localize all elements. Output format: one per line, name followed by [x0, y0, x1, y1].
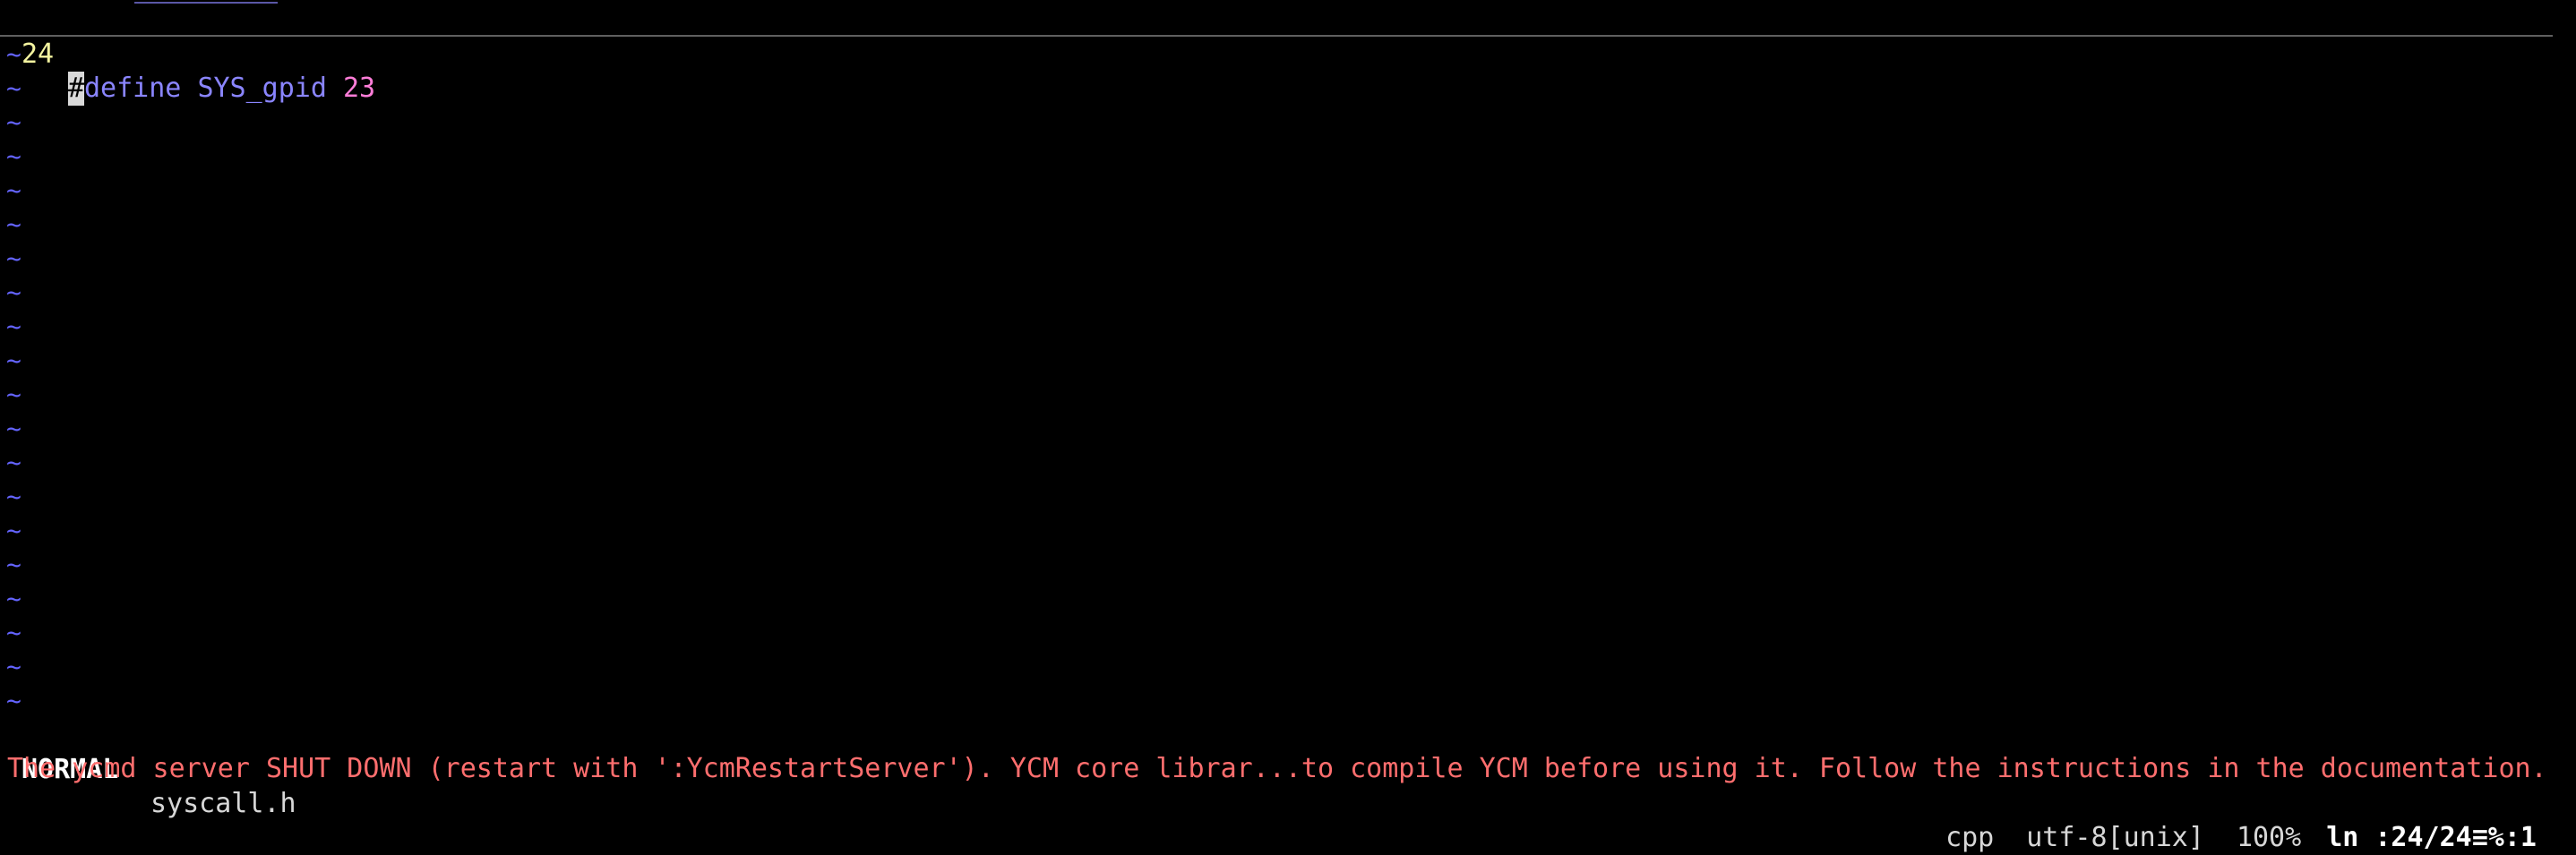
- scroll-percent: 100%: [2236, 822, 2302, 853]
- preprocessor-keyword: define: [84, 73, 182, 104]
- empty-line-tilde: ~: [6, 652, 21, 681]
- macro-value: 23: [343, 73, 376, 104]
- empty-line-tilde: ~: [6, 278, 21, 307]
- text-cursor: #: [68, 72, 85, 106]
- empty-line-tilde: ~: [6, 414, 21, 443]
- file-encoding: utf-8[unix]: [2026, 822, 2204, 853]
- empty-line-tilde: ~: [6, 448, 21, 477]
- empty-line-tilde: ~: [6, 73, 21, 103]
- ycm-error-message: The ycmd server SHUT DOWN (restart with …: [7, 753, 2547, 784]
- empty-line-tilde: ~: [6, 380, 21, 409]
- line-number: 24: [21, 38, 55, 70]
- empty-line-tilde: ~: [6, 209, 21, 239]
- file-type: cpp: [1945, 822, 1995, 853]
- file-info: cpp utf-8[unix] 100% ln :24/24≡%:1: [1913, 821, 2537, 855]
- window-divider: [0, 35, 2553, 37]
- empty-line-tilde: ~: [6, 584, 21, 613]
- file-name: syscall.h: [150, 788, 296, 819]
- empty-line-tilde: ~: [6, 244, 21, 273]
- empty-line-tilde: ~: [6, 618, 21, 647]
- empty-line-tilde: ~: [6, 550, 21, 579]
- empty-line-tilde: ~: [6, 516, 21, 545]
- macro-identifier: SYS_gpid: [197, 73, 327, 104]
- empty-line-tilde: ~: [6, 482, 21, 511]
- empty-line-tilde: ~: [6, 346, 21, 375]
- cursor-position: ln :24/24≡%:1: [2326, 822, 2537, 853]
- code-line-24[interactable]: 24 #define SYS_gpid 23: [0, 4, 2576, 106]
- code-text[interactable]: #define SYS_gpid 23: [68, 72, 375, 106]
- empty-line-tilde: ~: [6, 686, 21, 715]
- status-line: NORMAL syscall.h cpp utf-8[unix] 100% ln :2…: [0, 719, 2576, 853]
- empty-line-tilde: ~: [6, 175, 21, 205]
- empty-line-tilde: ~: [6, 141, 21, 171]
- empty-line-tilde: ~: [6, 312, 21, 341]
- empty-line-tilde: ~: [6, 107, 21, 137]
- empty-line-tilde: ~: [6, 39, 21, 69]
